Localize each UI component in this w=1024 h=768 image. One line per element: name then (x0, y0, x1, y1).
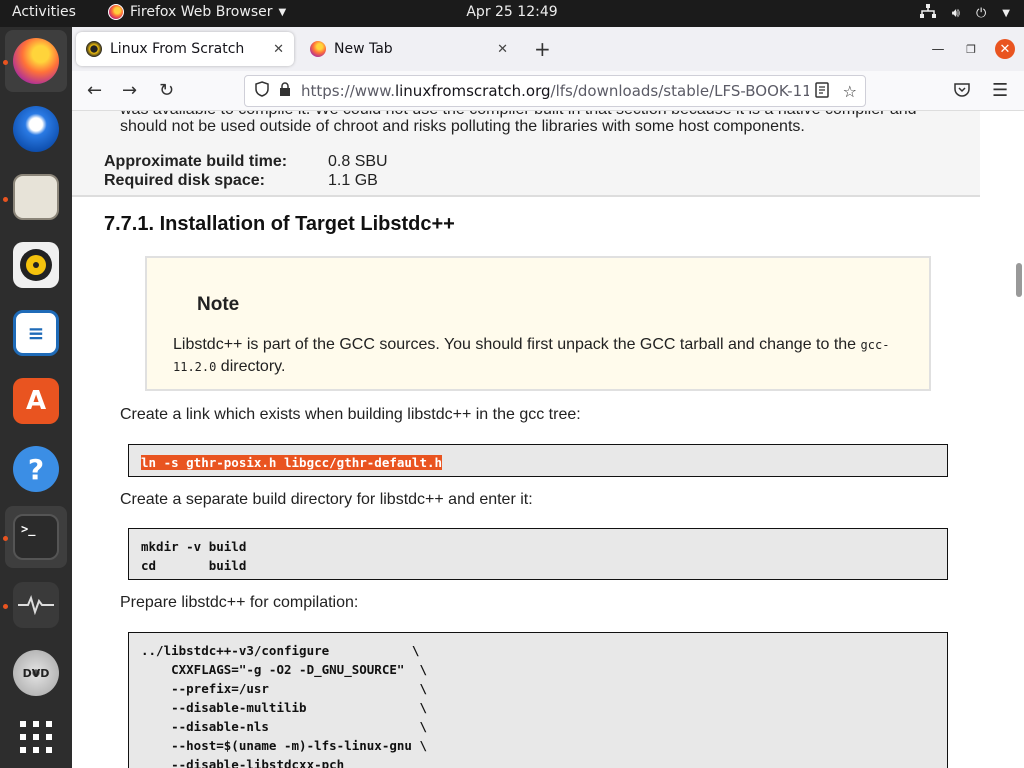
note-text: Libstdc++ is part of the GCC sources. Yo… (173, 334, 893, 378)
running-indicator (3, 197, 8, 202)
disk-space-value: 1.1 GB (328, 172, 378, 189)
rhythmbox-icon (13, 242, 59, 288)
power-icon: ⏻ (976, 5, 987, 21)
note-text-part: Libstdc++ is part of the GCC sources. Yo… (173, 336, 857, 353)
running-indicator (3, 604, 8, 609)
page-content: was available to compile it. We could no… (72, 111, 1024, 768)
paragraph-line: should not be used outside of chroot and… (120, 118, 805, 135)
shield-icon[interactable] (255, 81, 269, 101)
forward-button[interactable]: → (122, 80, 137, 101)
close-tab-icon[interactable]: ✕ (497, 42, 508, 57)
writer-icon: ≡ (13, 310, 59, 356)
bookmark-star-icon[interactable]: ☆ (843, 82, 857, 102)
dvd-icon: DVD (13, 650, 59, 696)
reload-button[interactable]: ↻ (159, 80, 174, 101)
show-applications-button[interactable] (5, 706, 67, 768)
dock: ≡ A ? >_ DVD (0, 27, 72, 768)
hamburger-menu-icon[interactable]: ☰ (992, 80, 1008, 101)
browser-window: Linux From Scratch ✕ New Tab ✕ + — ❐ ✕ ←… (72, 27, 1024, 768)
note-text-part: directory. (216, 358, 286, 375)
dock-terminal[interactable]: >_ (5, 506, 67, 568)
dock-help[interactable]: ? (5, 438, 67, 500)
reader-view-icon[interactable] (814, 82, 829, 102)
dock-rhythmbox[interactable] (5, 234, 67, 296)
dock-dvd[interactable]: DVD (5, 642, 67, 704)
code-block: ln -s gthr-posix.h libgcc/gthr-default.h (128, 444, 948, 477)
dock-firefox[interactable] (5, 30, 67, 92)
code-block[interactable]: ../libstdc++-v3/configure \ CXXFLAGS="-g… (128, 632, 948, 768)
volume-icon: 🔊︎ (951, 5, 960, 21)
minimize-button[interactable]: — (928, 39, 948, 59)
section-heading: 7.7.1. Installation of Target Libstdc++ (104, 213, 455, 235)
dock-thunderbird[interactable] (5, 98, 67, 160)
url-bar[interactable]: https://www. linuxfromscratch.org/lfs/dow… (244, 75, 866, 107)
url-prefix: https://www. (301, 82, 395, 100)
top-bar: Activities Firefox Web Browser ▼ Apr 25 … (0, 0, 1024, 27)
lock-icon[interactable] (279, 81, 291, 101)
running-indicator (3, 60, 8, 65)
pocket-icon[interactable] (954, 81, 970, 102)
close-tab-icon[interactable]: ✕ (273, 42, 284, 57)
tab-title: Linux From Scratch (110, 41, 245, 57)
note-box: Note Libstdc++ is part of the GCC source… (145, 256, 931, 391)
dock-files[interactable] (5, 166, 67, 228)
package-info-box: was available to compile it. We could no… (72, 111, 980, 197)
system-monitor-icon (13, 582, 59, 628)
thunderbird-icon (13, 106, 59, 152)
running-indicator (3, 536, 8, 541)
app-grid-icon (13, 714, 59, 760)
dock-software[interactable]: A (5, 370, 67, 432)
instruction-paragraph: Create a link which exists when building… (120, 406, 581, 423)
tab-new-tab[interactable]: New Tab ✕ (300, 32, 518, 66)
navigation-bar: ← → ↻ https://www. linuxfromscratch.org/l… (72, 71, 1024, 111)
build-time-value: 0.8 SBU (328, 153, 388, 170)
tab-title: New Tab (334, 41, 393, 57)
build-time-label: Approximate build time: (104, 153, 288, 170)
note-title: Note (197, 294, 240, 315)
scrollbar-thumb[interactable] (1016, 263, 1022, 297)
help-icon: ? (13, 446, 59, 492)
firefox-favicon-icon (310, 41, 326, 57)
system-tray[interactable]: 🔊︎ ⏻ ▼ (919, 4, 1010, 22)
window-close-button[interactable]: ✕ (995, 39, 1015, 59)
caret-down-icon: ▼ (1002, 7, 1010, 19)
selected-code-text[interactable]: ln -s gthr-posix.h libgcc/gthr-default.h (141, 455, 443, 470)
new-tab-button[interactable]: + (534, 37, 551, 61)
build-time-row: Approximate build time: 0.8 SBU (104, 153, 388, 171)
back-button[interactable]: ← (87, 80, 102, 101)
dock-system-monitor[interactable] (5, 574, 67, 636)
firefox-icon (13, 38, 59, 84)
dock-writer[interactable]: ≡ (5, 302, 67, 364)
terminal-icon: >_ (13, 514, 59, 560)
files-icon (13, 174, 59, 220)
software-store-icon: A (13, 378, 59, 424)
code-block[interactable]: mkdir -v build cd build (128, 528, 948, 580)
lfs-favicon-icon (86, 41, 102, 57)
disk-space-label: Required disk space: (104, 172, 265, 189)
tab-bar: Linux From Scratch ✕ New Tab ✕ + — ❐ ✕ (72, 27, 1024, 71)
url-domain: linuxfromscratch.org (394, 82, 551, 100)
instruction-paragraph: Prepare libstdc++ for compilation: (120, 594, 359, 611)
clock[interactable]: Apr 25 12:49 (0, 4, 1024, 20)
tab-linux-from-scratch[interactable]: Linux From Scratch ✕ (76, 32, 294, 66)
url-path: /lfs/downloads/stable/LFS-BOOK-11.1-N (550, 82, 843, 100)
disk-space-row: Required disk space: 1.1 GB (104, 172, 378, 190)
maximize-button[interactable]: ❐ (961, 39, 981, 59)
network-icon (919, 4, 936, 22)
instruction-paragraph: Create a separate build directory for li… (120, 491, 533, 508)
url-bar-actions: ☆ (808, 82, 857, 102)
